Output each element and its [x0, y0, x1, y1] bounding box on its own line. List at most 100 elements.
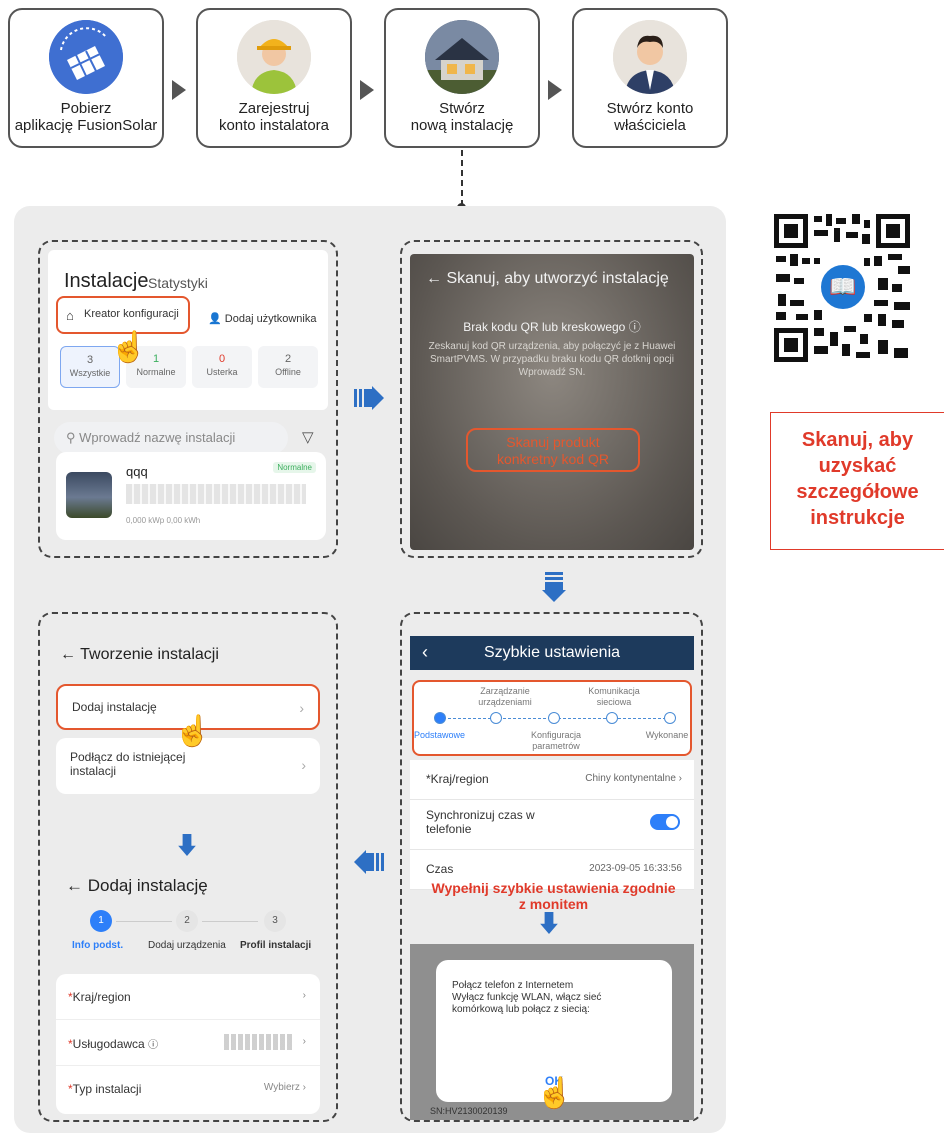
page-title: Instalacje: [64, 270, 149, 292]
add-user-button[interactable]: 👤 Dodaj użytkownika: [208, 312, 316, 325]
user-icon: 👤: [208, 313, 222, 325]
create-installation-screen: ← Tworzenie instalacji Dodaj instalację …: [38, 612, 338, 1122]
stepper-dot: [664, 712, 676, 724]
stat-fault[interactable]: 0 Usterka: [192, 346, 252, 388]
back-arrow-icon[interactable]: ←: [60, 646, 76, 663]
stepper-dot: [490, 712, 502, 724]
step-register-installer: Zarejestruj konto instalatora: [196, 8, 352, 148]
owner-avatar: [613, 20, 687, 94]
search-placeholder: Wprowadź nazwę instalacji: [79, 430, 236, 445]
plant-address-blurred: [126, 484, 306, 504]
step-label: Pobierz: [60, 100, 112, 117]
scan-header: ← Skanuj, aby utworzyć instalację: [426, 270, 669, 288]
qr-instruction-line: szczegółowe: [796, 481, 919, 503]
stat-label: Offline: [275, 367, 301, 377]
quick-settings: ‹ Szybkie ustawienia Zarządzanie urządze…: [410, 636, 694, 890]
step-download-app: Pobierz aplikację FusionSolar: [8, 8, 164, 148]
add-user-label: Dodaj użytkownika: [224, 313, 317, 325]
chevron-right-icon: ›: [299, 700, 304, 716]
hint-line: z monitem: [518, 896, 589, 912]
field-label: Usługodawca: [72, 1037, 145, 1051]
scan-product-button[interactable]: Skanuj produkt konkretny kod QR: [466, 428, 640, 472]
form-row-type[interactable]: *Typ instalacji Wybierz ›: [56, 1066, 320, 1112]
time-value: 2023-09-05 16:33:56: [589, 863, 682, 874]
dialog-line: komórkową lub połącz z siecią:: [452, 1004, 590, 1015]
filter-icon[interactable]: ▽: [302, 428, 314, 446]
create-header: ← Tworzenie instalacji: [60, 646, 219, 664]
stat-label: Usterka: [206, 367, 238, 377]
step-circle: 2: [176, 910, 198, 932]
create-title: Tworzenie instalacji: [80, 646, 219, 663]
option-label: instalacji: [70, 764, 117, 778]
hint-line: Wypełnij szybkie ustawienia zgodnie: [431, 880, 676, 896]
tap-hand-icon: ☝: [110, 331, 148, 364]
installations-card: Instalacje Statystyki ⌂ Kreator konfigur…: [48, 250, 328, 410]
help-icon: ⓘ: [148, 1040, 159, 1051]
chevron-right-icon: ›: [302, 990, 306, 1001]
dialog-line: Wyłącz funkcję WLAN, włącz sieć: [452, 992, 602, 1003]
dialog-line: Połącz telefon z Internetem: [452, 980, 574, 991]
plant-card[interactable]: qqq Normalne 0,000 kWp 0,00 kWh: [56, 452, 326, 540]
qr-instruction-line: uzyskać: [818, 455, 897, 477]
chevron-right-icon: ›: [301, 757, 306, 773]
stepper-dot: [548, 712, 560, 724]
camera-view: ← Skanuj, aby utworzyć instalację Brak k…: [410, 254, 694, 550]
no-qr-link[interactable]: Brak kodu QR lub kreskowego ⓘ: [410, 318, 694, 335]
scan-description: Zeskanuj kod QR urządzenia, aby połączyć…: [428, 341, 676, 378]
search-icon: ⚲: [66, 430, 76, 445]
step-label: konto instalatora: [218, 117, 330, 134]
sync-time-toggle[interactable]: [650, 814, 680, 830]
back-arrow-icon[interactable]: ←: [66, 876, 83, 895]
qr-instruction-line: instrukcje: [810, 507, 905, 529]
step-line: [116, 921, 172, 922]
form-row-region[interactable]: *Kraj/region ›: [56, 974, 320, 1020]
manual-reader-icon: 📖: [818, 262, 868, 312]
option-label: Dodaj instalację: [72, 700, 157, 714]
stat-count: 2: [284, 353, 292, 365]
search-input[interactable]: ⚲ Wprowadź nazwę instalacji: [54, 422, 288, 454]
right-arrow-icon: [354, 386, 384, 410]
back-arrow-icon[interactable]: ←: [426, 270, 442, 287]
step-label: Komunikacja sieciowa: [588, 686, 640, 707]
quick-settings-screen: ‹ Szybkie ustawienia Zarządzanie urządze…: [400, 612, 703, 1122]
back-chevron-icon[interactable]: ‹: [422, 642, 428, 663]
add-installation-title: Dodaj instalację: [87, 876, 208, 895]
step-label-active: Podstawowe: [414, 730, 466, 740]
connector-line: [461, 150, 463, 206]
down-arrow-icon: [178, 834, 196, 856]
region-row[interactable]: *Kraj/region Chiny kontynentalne ›: [410, 760, 694, 800]
stat-offline[interactable]: 2 Offline: [258, 346, 318, 388]
time-label: Czas: [426, 862, 454, 876]
step-label: Profil instalacji: [240, 940, 312, 951]
option-label: Podłącz do istniejącej: [70, 750, 186, 764]
installer-avatar: [237, 20, 311, 94]
next-arrow-icon: [360, 80, 374, 100]
step-circle: 3: [264, 910, 286, 932]
setup-wizard-label: Kreator konfiguracji: [84, 308, 179, 320]
qr-instruction-box: Skanuj, aby uzyskać szczegółowe instrukc…: [770, 412, 944, 550]
region-value: Chiny kontynentalne ›: [585, 773, 682, 784]
scan-title: Skanuj, aby utworzyć instalację: [446, 270, 669, 287]
chevron-right-icon: ›: [302, 1036, 306, 1047]
left-arrow-icon: [354, 850, 384, 874]
sync-time-label: Synchronizuj czas w telefonie: [426, 808, 535, 836]
dialog-text: Połącz telefon z Internetem Wyłącz funkc…: [452, 980, 601, 1016]
quick-settings-title: Szybkie ustawienia: [483, 644, 621, 661]
stat-count: 0: [218, 353, 226, 365]
stepper-dot-active: [434, 712, 446, 724]
stepper-dot: [606, 712, 618, 724]
form-row-provider[interactable]: *Usługodawca ⓘ ›: [56, 1020, 320, 1066]
scan-button-line: Skanuj produkt: [506, 434, 600, 450]
field-label: Kraj/region: [72, 990, 131, 1004]
step-label: Zarejestruj: [238, 100, 310, 117]
qr-code[interactable]: 📖: [774, 214, 910, 362]
step-label: Wykonane: [645, 730, 689, 740]
step-create-installation: Stwórz nową instalację: [384, 8, 540, 148]
background-sn: SN:HV2130020139: [430, 1106, 508, 1116]
tab-statistics[interactable]: Statystyki: [148, 275, 208, 291]
solar-app-icon: [49, 20, 123, 94]
installation-form: *Kraj/region › *Usługodawca ⓘ › *Typ ins…: [56, 974, 320, 1114]
setup-wizard-button[interactable]: ⌂ Kreator konfiguracji: [56, 296, 190, 334]
help-icon: ⓘ: [628, 320, 641, 334]
step-label-active: Info podst.: [72, 940, 124, 951]
